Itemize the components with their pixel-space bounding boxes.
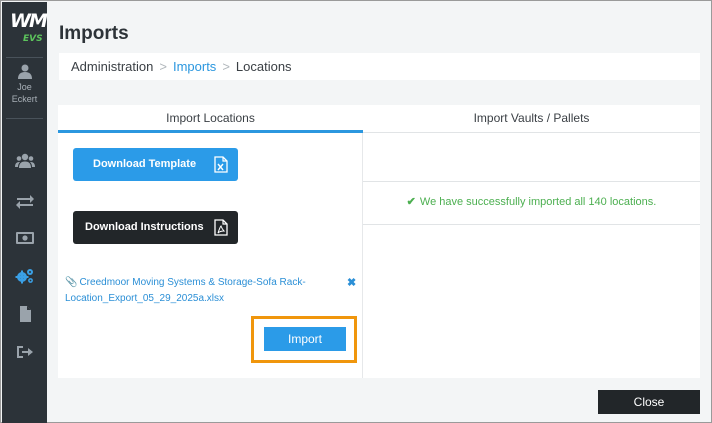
download-template-label: Download Template xyxy=(93,158,197,170)
money-icon[interactable] xyxy=(15,229,35,247)
excel-file-icon xyxy=(214,156,228,173)
success-text: We have successfully imported all 140 lo… xyxy=(419,196,657,208)
user-profile[interactable]: Joe Eckert xyxy=(2,64,47,105)
sidebar-divider xyxy=(6,57,43,58)
user-icon xyxy=(17,64,32,79)
breadcrumb-administration[interactable]: Administration xyxy=(71,59,153,74)
paperclip-icon: 📎 xyxy=(65,277,78,288)
breadcrumb-separator: > xyxy=(159,59,167,74)
app-logo[interactable]: WM EVS xyxy=(6,8,48,48)
user-last-name: Eckert xyxy=(11,94,38,104)
remove-file-icon[interactable]: ✖ xyxy=(347,276,356,289)
message-divider xyxy=(363,224,700,225)
breadcrumb-imports[interactable]: Imports xyxy=(173,59,216,74)
document-icon[interactable] xyxy=(15,305,35,323)
breadcrumb-locations: Locations xyxy=(235,59,292,74)
logo-text: WM xyxy=(10,10,48,32)
checkmark-icon: ✔ xyxy=(406,196,416,208)
tab-import-locations[interactable]: Import Locations xyxy=(58,105,363,133)
breadcrumb-separator: > xyxy=(222,59,230,74)
import-panel: Import Locations Import Vaults / Pallets… xyxy=(58,105,700,378)
close-button[interactable]: Close xyxy=(598,390,700,414)
success-message: ✔ We have successfully imported all 140 l… xyxy=(363,195,700,208)
tab-import-vaults-pallets[interactable]: Import Vaults / Pallets xyxy=(363,105,700,133)
pdf-file-icon xyxy=(214,219,228,236)
user-first-name: Joe xyxy=(17,82,32,92)
sidebar-divider xyxy=(6,118,43,119)
users-icon[interactable] xyxy=(15,152,35,170)
panel-divider xyxy=(362,133,363,378)
breadcrumb: Administration > Imports > Locations xyxy=(59,53,700,80)
download-instructions-button[interactable]: Download Instructions xyxy=(73,211,238,244)
file-name-line2: Location_Export_05_29_2025a.xlsx xyxy=(65,293,225,304)
message-divider xyxy=(363,181,700,182)
gears-icon[interactable] xyxy=(15,267,35,285)
import-button[interactable]: Import xyxy=(264,327,346,351)
sidebar: WM EVS Joe Eckert xyxy=(2,2,48,423)
app-window: WM EVS Joe Eckert Imports Administration… xyxy=(0,0,712,423)
logout-icon[interactable] xyxy=(15,343,35,361)
download-instructions-label: Download Instructions xyxy=(85,221,204,233)
download-template-button[interactable]: Download Template xyxy=(73,148,238,181)
selected-file-link[interactable]: 📎 Creedmoor Moving Systems & Storage-Sofa… xyxy=(65,275,333,307)
page-title: Imports xyxy=(59,23,129,44)
transfer-arrows-icon[interactable] xyxy=(15,192,35,210)
file-name-line1: Creedmoor Moving Systems & Storage-Sofa … xyxy=(79,277,306,288)
logo-subtext: EVS xyxy=(23,34,43,44)
